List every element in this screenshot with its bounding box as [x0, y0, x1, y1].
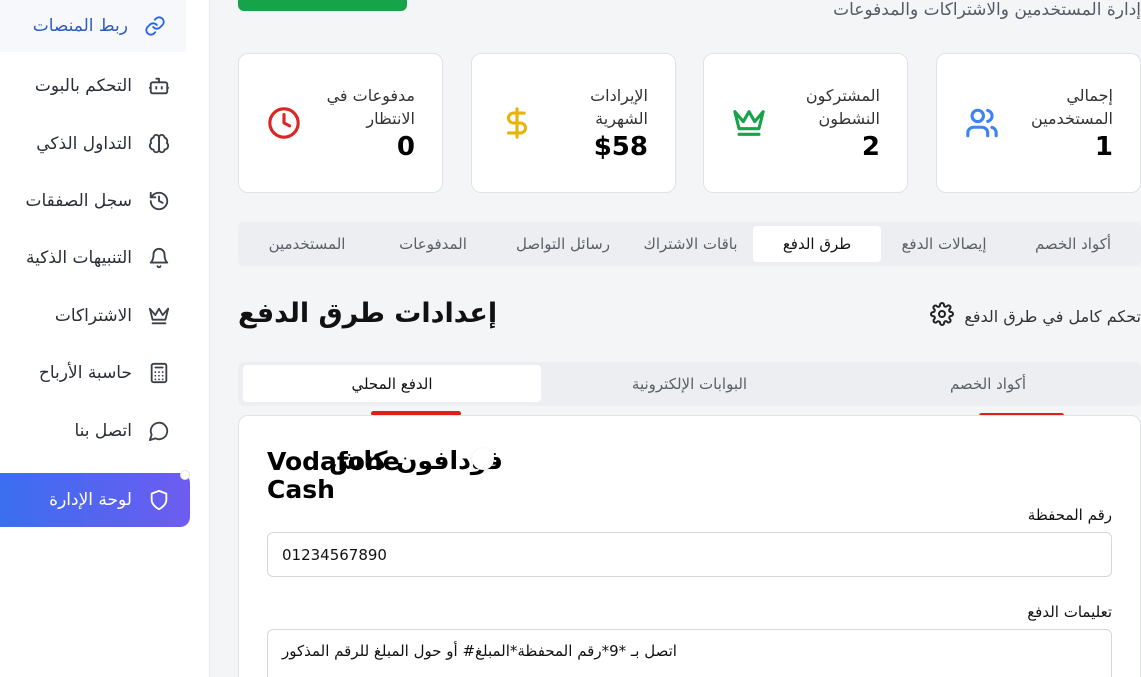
sidebar-item-subscriptions[interactable]: الاشتراكات	[0, 290, 190, 342]
sidebar-item-label: لوحة الإدارة	[49, 490, 132, 510]
sidebar: ربط المنصات التحكم بالبوت التداول الذكي …	[0, 0, 210, 677]
sidebar-item-label: التداول الذكي	[36, 134, 132, 154]
sidebar-item-label: سجل الصفقات	[25, 191, 132, 211]
sidebar-item-trade-history[interactable]: سجل الصفقات	[0, 175, 190, 227]
stat-label: مدفوعات في الانتظار	[326, 86, 415, 128]
subtab-local-payment[interactable]: الدفع المحلي	[243, 365, 541, 402]
gear-icon	[930, 302, 955, 330]
calculator-icon	[146, 360, 172, 386]
stat-card-active-subscribers: المشتركون النشطون 2	[703, 53, 908, 193]
active-indicator-dot	[180, 470, 190, 480]
users-icon	[965, 106, 999, 140]
payment-instructions-label: تعليمات الدفع	[1027, 603, 1112, 621]
section-description: تحكم كامل في طرق الدفع	[930, 302, 1141, 330]
history-icon	[146, 188, 172, 214]
tab-discount-codes[interactable]: أكواد الخصم	[1008, 226, 1138, 262]
payment-instructions-textarea[interactable]: اتصل بـ *9*رقم المحفظة*المبلغ# أو حول ال…	[267, 629, 1112, 677]
sidebar-item-profit-calculator[interactable]: حاسبة الأرباح	[0, 347, 190, 399]
clock-icon	[267, 106, 301, 140]
primary-action-button[interactable]	[238, 0, 407, 11]
stat-card-total-users: إجمالي المستخدمين 1	[936, 53, 1141, 193]
page-subtitle: إدارة المستخدمين والاشتراكات والمدفوعات	[833, 0, 1141, 20]
tab-payment-methods[interactable]: طرق الدفع	[753, 226, 881, 262]
payment-subtabs: أكواد الخصم البوابات الإلكترونية الدفع ا…	[238, 362, 1141, 406]
crown-icon	[732, 106, 766, 140]
sidebar-item-label: حاسبة الأرباح	[38, 363, 132, 383]
subtab-online-gateways[interactable]: البوابات الإلكترونية	[541, 365, 838, 402]
shield-icon	[146, 487, 172, 513]
subtab-discount-codes[interactable]: أكواد الخصم	[838, 365, 1138, 402]
bell-icon	[146, 245, 172, 271]
stat-label: الإيرادات الشهرية	[590, 86, 648, 128]
sidebar-item-link-platforms[interactable]: ربط المنصات	[0, 0, 186, 52]
stat-value: 2	[861, 132, 880, 162]
sidebar-item-contact-us[interactable]: اتصل بنا	[0, 405, 190, 457]
section-description-text: تحكم كامل في طرق الدفع	[964, 306, 1141, 326]
stat-label: المشتركون النشطون	[805, 86, 880, 128]
stat-card-pending-payments: مدفوعات في الانتظار 0	[238, 53, 443, 193]
sidebar-item-bot-control[interactable]: التحكم بالبوت	[0, 60, 190, 112]
stat-value: 0	[396, 132, 415, 162]
tab-subscription-plans[interactable]: باقات الاشتراك	[628, 226, 753, 262]
tab-contact-messages[interactable]: رسائل التواصل	[498, 226, 628, 262]
payment-method-card: Vodafone Cash فودافون كاش رقم المحفظة 01…	[238, 415, 1141, 677]
tab-payments[interactable]: المدفوعات	[368, 226, 498, 262]
method-enable-toggle[interactable]	[472, 448, 494, 470]
stat-card-monthly-revenue: الإيرادات الشهرية $58	[471, 53, 676, 193]
sidebar-item-smart-trading[interactable]: التداول الذكي	[0, 118, 190, 170]
bot-icon	[146, 73, 172, 99]
admin-tabs: أكواد الخصم إيصالات الدفع طرق الدفع باقا…	[238, 222, 1141, 266]
wallet-number-input[interactable]: 01234567890	[267, 532, 1112, 577]
stat-label: إجمالي المستخدمين	[1031, 86, 1113, 128]
sidebar-item-label: اتصل بنا	[74, 421, 132, 441]
dollar-icon	[500, 106, 534, 140]
stat-value: 1	[1094, 132, 1113, 162]
sidebar-item-label: ربط المنصات	[32, 16, 128, 36]
chat-icon	[146, 418, 172, 444]
sidebar-item-admin-panel[interactable]: لوحة الإدارة	[0, 473, 190, 527]
tab-users[interactable]: المستخدمين	[242, 226, 372, 262]
brain-icon	[146, 131, 172, 157]
sidebar-item-smart-alerts[interactable]: التنبيهات الذكية	[0, 232, 190, 284]
crown-icon	[146, 303, 172, 329]
wallet-number-label: رقم المحفظة	[1027, 506, 1112, 524]
section-title: إعدادات طرق الدفع	[238, 298, 498, 329]
sidebar-item-label: الاشتراكات	[54, 306, 132, 326]
sidebar-item-label: التحكم بالبوت	[34, 76, 132, 96]
tab-payment-receipts[interactable]: إيصالات الدفع	[881, 226, 1007, 262]
sidebar-item-label: التنبيهات الذكية	[25, 248, 132, 268]
stat-value: $58	[593, 132, 648, 162]
link-icon	[142, 13, 168, 39]
